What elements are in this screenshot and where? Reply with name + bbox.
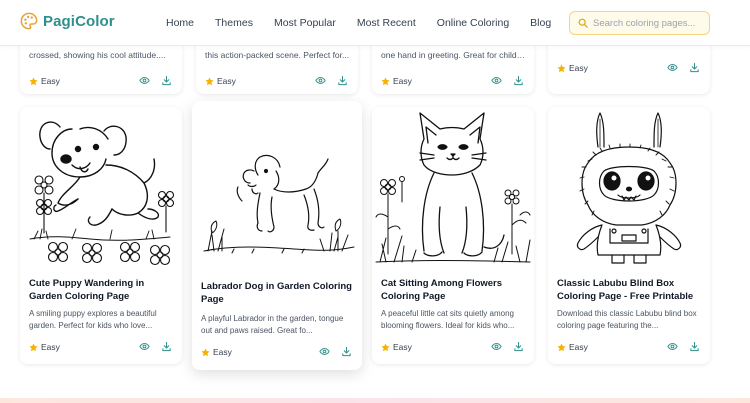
main-nav: Home Themes Most Popular Most Recent Onl… (166, 17, 572, 29)
star-icon (205, 76, 214, 85)
nav-home[interactable]: Home (166, 17, 194, 29)
download-icon (338, 75, 347, 86)
puppy-garden-illustration (20, 107, 182, 270)
eye-icon (315, 77, 326, 84)
eye-icon (319, 348, 330, 355)
star-icon (557, 342, 566, 351)
brand-name: PagiColor (43, 12, 115, 30)
card-title[interactable]: Classic Labubu Blind Box Coloring Page -… (557, 277, 701, 303)
star-icon (381, 342, 390, 351)
difficulty-badge: Easy (557, 63, 588, 73)
download-icon (162, 341, 171, 352)
star-icon (29, 76, 38, 85)
download-icon (690, 341, 699, 352)
nav-themes[interactable]: Themes (215, 17, 253, 29)
labrador-illustration (192, 101, 362, 273)
card-footer: Easy (557, 61, 701, 75)
card-description: Download this classic Labubu blind box c… (557, 309, 697, 330)
download-button[interactable] (513, 75, 525, 87)
view-button[interactable] (491, 341, 503, 353)
download-button[interactable] (513, 341, 525, 353)
card-title[interactable]: Cat Sitting Among Flowers Coloring Page (381, 277, 525, 303)
star-icon (201, 347, 210, 356)
card-description: A smiling puppy explores a beautiful gar… (29, 309, 157, 330)
eye-icon (139, 343, 150, 350)
star-icon (29, 342, 38, 351)
nav-online-coloring[interactable]: Online Coloring (437, 17, 509, 29)
difficulty-badge: Easy (205, 76, 236, 86)
view-button[interactable] (315, 75, 327, 87)
view-button[interactable] (491, 75, 503, 87)
cat-flowers-illustration (372, 107, 534, 270)
download-button[interactable] (689, 62, 701, 74)
nav-blog[interactable]: Blog (530, 17, 551, 29)
view-button[interactable] (667, 62, 679, 74)
download-icon (690, 62, 699, 73)
card-description: crossed, showing his cool attitude.... (29, 50, 166, 60)
card-description: A playful Labrador in the garden, tongue… (201, 314, 344, 335)
download-button[interactable] (689, 341, 701, 353)
palette-icon (20, 12, 38, 30)
brand-logo[interactable]: PagiColor (20, 12, 115, 30)
eye-icon (491, 343, 502, 350)
view-button[interactable] (667, 341, 679, 353)
star-icon (381, 76, 390, 85)
card-footer: Easy (29, 74, 173, 88)
eye-icon (139, 77, 150, 84)
view-button[interactable] (139, 75, 151, 87)
card-labrador[interactable]: Labrador Dog in Garden Coloring Page A p… (192, 101, 362, 370)
view-button[interactable] (139, 341, 151, 353)
download-button[interactable] (337, 75, 349, 87)
card-description: this action-packed scene. Perfect for... (205, 50, 350, 60)
card-footer: Easy (201, 345, 353, 359)
search-box[interactable] (569, 11, 710, 35)
difficulty-badge: Easy (201, 347, 232, 357)
site-header: PagiColor Home Themes Most Popular Most … (0, 0, 750, 46)
download-button[interactable] (161, 341, 173, 353)
card-description: one hand in greeting. Great for childr..… (381, 50, 526, 60)
card-cat[interactable]: Cat Sitting Among Flowers Coloring Page … (372, 107, 534, 364)
card-description: A peaceful little cat sits quietly among… (381, 309, 515, 330)
search-input[interactable] (593, 17, 703, 29)
search-icon (578, 18, 588, 28)
download-icon (514, 75, 523, 86)
card-footer: Easy (381, 340, 525, 354)
nav-most-popular[interactable]: Most Popular (274, 17, 336, 29)
download-button[interactable] (341, 346, 353, 358)
card-puppy[interactable]: Cute Puppy Wandering in Garden Coloring … (20, 107, 182, 364)
card-labubu[interactable]: Classic Labubu Blind Box Coloring Page -… (548, 107, 710, 364)
nav-most-recent[interactable]: Most Recent (357, 17, 416, 29)
download-icon (162, 75, 171, 86)
card-footer: Easy (29, 340, 173, 354)
card-footer: Easy (381, 74, 525, 88)
eye-icon (667, 64, 678, 71)
eye-icon (667, 343, 678, 350)
card-footer: Easy (557, 340, 701, 354)
footer-gradient-divider (0, 398, 750, 403)
card-title[interactable]: Labrador Dog in Garden Coloring Page (201, 280, 353, 306)
view-button[interactable] (319, 346, 331, 358)
difficulty-badge: Easy (29, 76, 60, 86)
difficulty-badge: Easy (381, 76, 412, 86)
card-footer: Easy (205, 74, 349, 88)
difficulty-badge: Easy (29, 342, 60, 352)
download-icon (342, 346, 351, 357)
download-button[interactable] (161, 75, 173, 87)
labubu-illustration (548, 107, 710, 270)
card-title[interactable]: Cute Puppy Wandering in Garden Coloring … (29, 277, 173, 303)
star-icon (557, 63, 566, 72)
download-icon (514, 341, 523, 352)
eye-icon (491, 77, 502, 84)
difficulty-badge: Easy (381, 342, 412, 352)
difficulty-badge: Easy (557, 342, 588, 352)
